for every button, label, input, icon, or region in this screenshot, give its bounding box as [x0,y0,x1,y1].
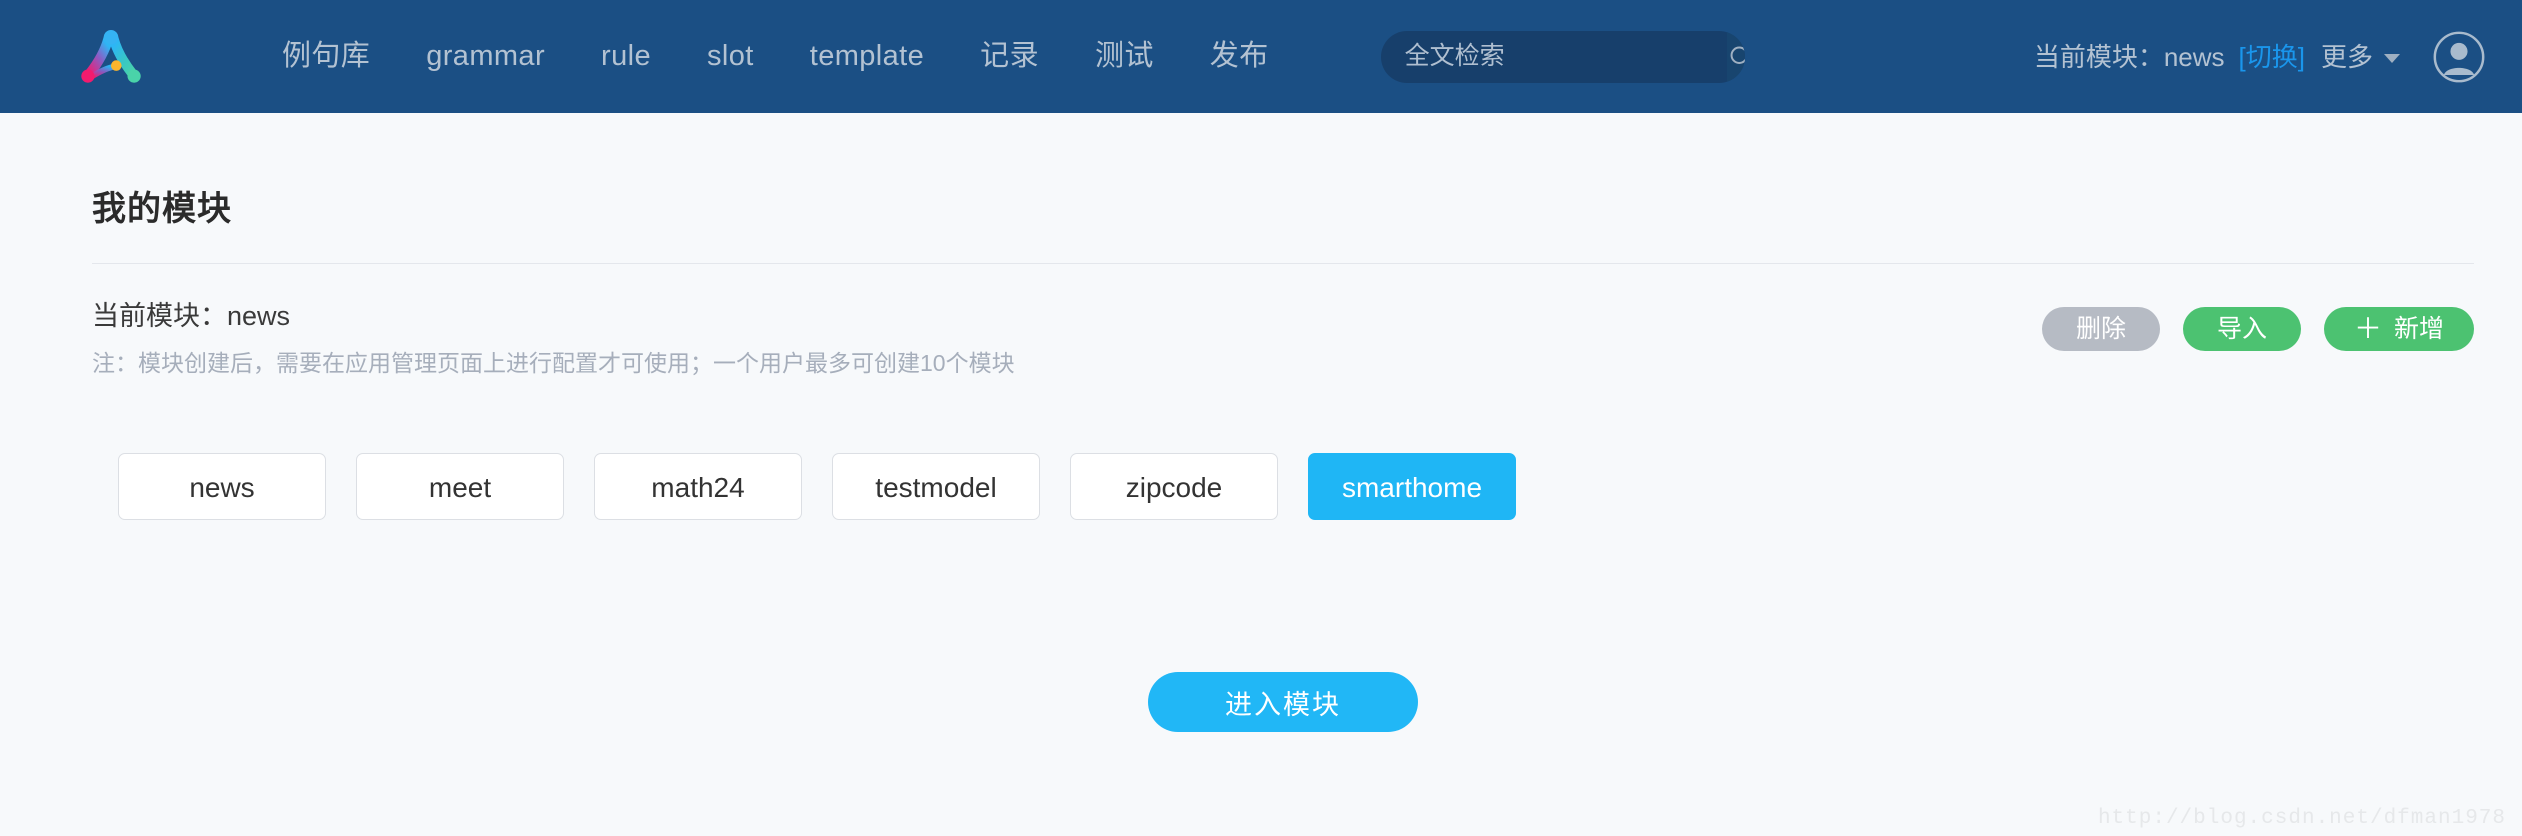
enter-module-row: 进入模块 [92,672,2474,732]
plus-icon: ＋ [2353,313,2382,344]
module-tile[interactable]: testmodel [832,453,1040,520]
module-tile[interactable]: meet [356,453,564,520]
search-button[interactable] [1726,30,1745,83]
search-icon [1730,46,1745,64]
more-menu[interactable]: 更多 [2321,44,2400,70]
module-action-buttons: 删除 导入 ＋ 新增 [2041,303,2474,351]
nav-item-slot[interactable]: slot [679,42,782,71]
nav-item-records[interactable]: 记录 [952,42,1067,71]
module-meta-text: 当前模块：news 注：模块创建后，需要在应用管理页面上进行配置才可使用；一个用… [92,303,2042,375]
user-avatar-icon[interactable] [2432,30,2486,84]
title-divider [92,263,2474,264]
module-tile-list: news meet math24 testmodel zipcode smart… [92,453,2474,520]
enter-module-button[interactable]: 进入模块 [1148,672,1418,732]
module-tile-selected[interactable]: smarthome [1308,453,1516,520]
nav-item-test[interactable]: 测试 [1067,42,1182,71]
nav-item-grammar[interactable]: grammar [398,42,573,71]
abc-logo-icon[interactable] [78,24,144,90]
nav-item-template[interactable]: template [782,42,952,71]
import-button[interactable]: 导入 [2182,307,2301,351]
nav-right-cluster: 当前模块：news [切换] 更多 [2034,30,2486,84]
delete-button[interactable]: 删除 [2041,307,2160,351]
switch-module-link[interactable]: [切换] [2239,44,2305,70]
main-content: 我的模块 当前模块：news 注：模块创建后，需要在应用管理页面上进行配置才可使… [0,113,2522,732]
nav-item-rule[interactable]: rule [573,42,679,71]
nav-item-examples[interactable]: 例句库 [254,42,398,71]
watermark-text: http://blog.csdn.net/dfman1978 [2097,807,2506,830]
module-tile[interactable]: zipcode [1070,453,1278,520]
module-meta-row: 当前模块：news 注：模块创建后，需要在应用管理页面上进行配置才可使用；一个用… [92,303,2474,375]
global-search [1380,30,1745,83]
page-title: 我的模块 [92,190,232,228]
chevron-down-icon [2384,54,2400,64]
module-note-text: 注：模块创建后，需要在应用管理页面上进行配置才可使用；一个用户最多可创建10个模… [92,350,1015,376]
module-tile[interactable]: math24 [594,453,802,520]
more-menu-label: 更多 [2320,41,2373,72]
module-tile[interactable]: news [118,453,326,520]
main-nav-links: 例句库 grammar rule slot template 记录 测试 发布 [254,42,1297,71]
add-button-label: 新增 [2393,315,2444,343]
search-input[interactable] [1380,30,1727,83]
add-button[interactable]: ＋ 新增 [2323,307,2474,351]
current-module-indicator: 当前模块：news [2033,41,2225,72]
top-navigation-bar: 例句库 grammar rule slot template 记录 测试 发布 … [0,0,2522,113]
nav-item-publish[interactable]: 发布 [1182,42,1297,71]
current-module-text: 当前模块：news [92,301,291,331]
